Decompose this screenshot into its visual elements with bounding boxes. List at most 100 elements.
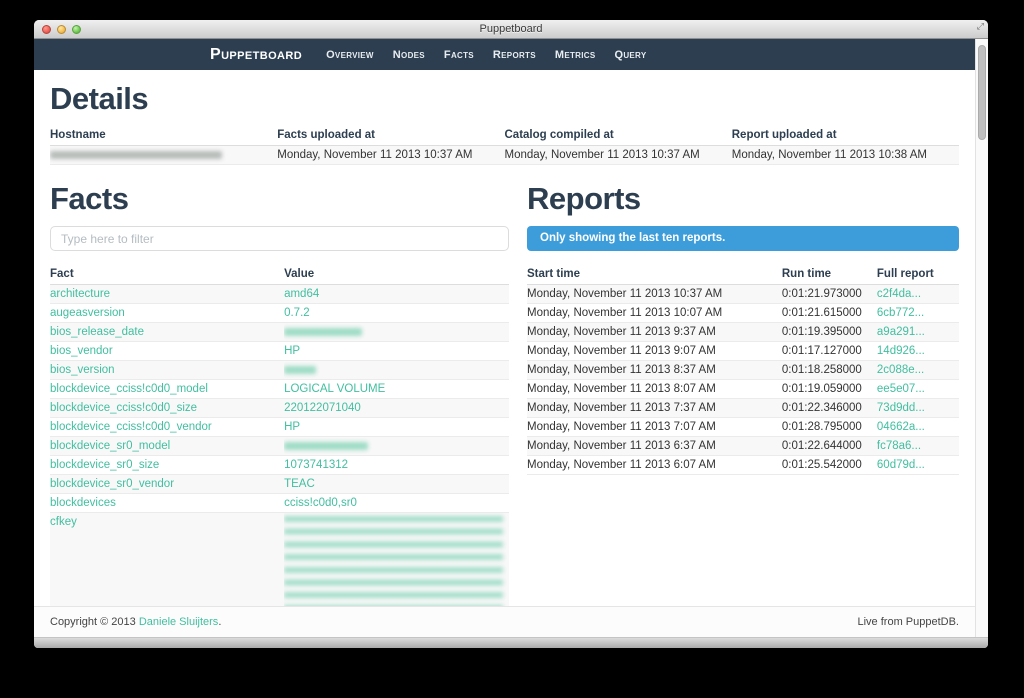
navbar: Puppetboard Overview Nodes Facts Reports… (34, 39, 975, 70)
fact-value-cell (284, 361, 509, 380)
author-link[interactable]: Daniele Sluijters (139, 616, 218, 628)
nav-item-metrics[interactable]: Metrics (555, 49, 596, 61)
fact-name-link[interactable]: bios_vendor (50, 345, 113, 357)
fact-name-link[interactable]: cfkey (50, 516, 77, 528)
fact-value-cell: cciss!c0d0,sr0 (284, 494, 509, 513)
fact-name-cell: augeasversion (50, 304, 284, 323)
fact-name-link[interactable]: architecture (50, 288, 110, 300)
fact-name-link[interactable]: blockdevice_cciss!c0d0_vendor (50, 421, 212, 433)
fact-value-link[interactable]: cciss!c0d0,sr0 (284, 497, 357, 509)
report-start-cell: Monday, November 11 2013 7:37 AM (527, 399, 782, 418)
fact-name-link[interactable]: blockdevice_cciss!c0d0_size (50, 402, 197, 414)
report-hash-link[interactable]: fc78a6... (877, 440, 921, 452)
fact-row: bios_release_date (50, 323, 509, 342)
report-hash-link[interactable]: a9a291... (877, 326, 925, 338)
details-col-catalog-compiled: Catalog compiled at (505, 126, 732, 146)
facts-table: Fact Value architecture amd64 augeasversio… (50, 265, 509, 606)
window-title: Puppetboard (34, 23, 988, 35)
window-bottom-bar[interactable] (34, 637, 988, 648)
fact-name-cell: blockdevice_sr0_vendor (50, 475, 284, 494)
report-hash-link[interactable]: c2f4da... (877, 288, 921, 300)
copyright-prefix: Copyright © 2013 (50, 616, 139, 628)
report-uploaded-cell: Monday, November 11 2013 10:38 AM (732, 146, 959, 165)
fact-value-link[interactable]: HP (284, 421, 300, 433)
report-hash-link[interactable]: 14d926... (877, 345, 925, 357)
report-start-cell: Monday, November 11 2013 9:37 AM (527, 323, 782, 342)
report-start-cell: Monday, November 11 2013 7:07 AM (527, 418, 782, 437)
fact-name-link[interactable]: bios_version (50, 364, 115, 376)
fact-name-cell: bios_release_date (50, 323, 284, 342)
fact-row: blockdevice_sr0_vendor TEAC (50, 475, 509, 494)
scrollbar-thumb[interactable] (978, 45, 986, 140)
fact-value-cell: TEAC (284, 475, 509, 494)
nav-brand[interactable]: Puppetboard (210, 46, 302, 64)
fact-row: bios_vendor HP (50, 342, 509, 361)
nav-item-facts[interactable]: Facts (444, 49, 474, 61)
report-start-cell: Monday, November 11 2013 6:07 AM (527, 456, 782, 475)
fact-value-link[interactable]: 220122071040 (284, 402, 361, 414)
scrollbar-track[interactable] (975, 39, 988, 637)
fact-value-cell: HP (284, 342, 509, 361)
nav-item-overview[interactable]: Overview (326, 49, 374, 61)
fact-value-link[interactable]: amd64 (284, 288, 319, 300)
nav-item-nodes[interactable]: Nodes (393, 49, 425, 61)
fact-row: augeasversion 0.7.2 (50, 304, 509, 323)
fact-value-link[interactable]: TEAC (284, 478, 315, 490)
fact-name-link[interactable]: blockdevice_sr0_vendor (50, 478, 174, 490)
page-footer: Copyright © 2013 Daniele Sluijters. Live… (34, 606, 975, 637)
reports-heading: Reports (527, 181, 959, 217)
facts-col-value: Value (284, 265, 509, 285)
report-runtime-cell: 0:01:21.615000 (782, 304, 877, 323)
report-hash-link[interactable]: 6cb772... (877, 307, 924, 319)
report-hash-link[interactable]: 04662a... (877, 421, 925, 433)
catalog-compiled-cell: Monday, November 11 2013 10:37 AM (505, 146, 732, 165)
window-zoom-button[interactable] (72, 25, 81, 34)
fact-value-link[interactable]: HP (284, 345, 300, 357)
fact-value-link[interactable]: 1073741312 (284, 459, 348, 471)
report-hash-cell: ee5e07... (877, 380, 959, 399)
details-row: Monday, November 11 2013 10:37 AM Monday… (50, 146, 959, 165)
fact-name-cell: bios_vendor (50, 342, 284, 361)
reports-col-start: Start time (527, 265, 782, 285)
hostname-redacted-text (50, 151, 222, 159)
report-hash-cell: a9a291... (877, 323, 959, 342)
report-hash-link[interactable]: 60d79d... (877, 459, 925, 471)
details-col-report-uploaded: Report uploaded at (732, 126, 959, 146)
report-start-cell: Monday, November 11 2013 10:07 AM (527, 304, 782, 323)
fact-name-link[interactable]: blockdevices (50, 497, 116, 509)
report-hash-link[interactable]: 2c088e... (877, 364, 924, 376)
window-minimize-button[interactable] (57, 25, 66, 34)
facts-col-fact: Fact (50, 265, 284, 285)
fact-value-link[interactable]: 0.7.2 (284, 307, 310, 319)
window-close-button[interactable] (42, 25, 51, 34)
report-row: Monday, November 11 2013 10:07 AM0:01:21… (527, 304, 959, 323)
fact-name-link[interactable]: blockdevice_sr0_model (50, 440, 170, 452)
report-hash-link[interactable]: 73d9dd... (877, 402, 925, 414)
facts-filter-input[interactable] (50, 226, 509, 251)
fact-name-link[interactable]: blockdevice_sr0_size (50, 459, 159, 471)
reports-col-run: Run time (782, 265, 877, 285)
report-runtime-cell: 0:01:28.795000 (782, 418, 877, 437)
nav-item-query[interactable]: Query (614, 49, 646, 61)
fact-value-cell: 0.7.2 (284, 304, 509, 323)
fact-name-link[interactable]: bios_release_date (50, 326, 144, 338)
reports-alert: Only showing the last ten reports. (527, 226, 959, 251)
nav-item-reports[interactable]: Reports (493, 49, 536, 61)
fact-value-link[interactable]: LOGICAL VOLUME (284, 383, 385, 395)
fact-row: blockdevice_cciss!c0d0_model LOGICAL VOLU… (50, 380, 509, 399)
report-row: Monday, November 11 2013 9:37 AM0:01:19.… (527, 323, 959, 342)
fact-name-link[interactable]: augeasversion (50, 307, 125, 319)
fact-name-cell: blockdevice_cciss!c0d0_size (50, 399, 284, 418)
report-runtime-cell: 0:01:19.059000 (782, 380, 877, 399)
fact-name-link[interactable]: blockdevice_cciss!c0d0_model (50, 383, 208, 395)
fact-value-redacted-text (284, 366, 316, 374)
main-content: Details Hostname Facts uploaded at Catal… (34, 70, 975, 606)
window-titlebar[interactable]: Puppetboard ⤢ (34, 20, 988, 39)
fact-value-cell: LOGICAL VOLUME (284, 380, 509, 399)
report-hash-cell: c2f4da... (877, 285, 959, 304)
fact-value-cell (284, 513, 509, 607)
window-resize-icon[interactable]: ⤢ (977, 21, 984, 32)
report-hash-link[interactable]: ee5e07... (877, 383, 925, 395)
traffic-lights (42, 20, 81, 38)
report-row: Monday, November 11 2013 6:37 AM0:01:22.… (527, 437, 959, 456)
